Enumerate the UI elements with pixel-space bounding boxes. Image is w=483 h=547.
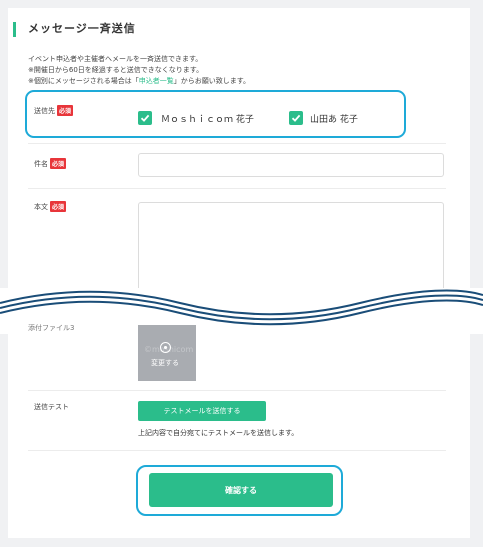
- test-send-label: 送信テスト: [34, 403, 69, 411]
- send-test-email-button[interactable]: テストメールを送信する: [138, 401, 266, 421]
- applicant-list-link[interactable]: 申込者一覧: [139, 77, 174, 85]
- required-badge: 必須: [50, 158, 67, 169]
- description: イベント申込者や主催者へメールを一斉送信できます。 ※開催日から60日を経過する…: [28, 54, 250, 87]
- attachment-label: 添付ファイル3: [28, 324, 75, 332]
- title-accent-bar: [13, 22, 16, 37]
- camera-icon: [160, 342, 171, 353]
- subject-label: 件名 必須: [34, 158, 67, 169]
- attachment-thumbnail[interactable]: ©moshicom 変更する: [138, 325, 196, 381]
- change-image-label[interactable]: 変更する: [151, 358, 179, 368]
- required-badge: 必須: [50, 201, 67, 212]
- test-send-note: 上記内容で自分宛てにテストメールを送信します。: [138, 429, 299, 437]
- recipient-checkbox-2[interactable]: [289, 111, 303, 125]
- divider: [28, 143, 446, 144]
- description-line-2: ※開催日から60日を経過すると送信できなくなります。: [28, 66, 204, 74]
- recipients-label: 送信先 必須: [34, 105, 74, 116]
- description-line-3: ※個別にメッセージされる場合は「申込者一覧」からお願い致します。: [28, 77, 251, 85]
- divider: [28, 450, 446, 451]
- divider: [28, 188, 446, 189]
- required-badge: 必須: [57, 105, 74, 116]
- page-title: メッセージ一斉送信: [28, 22, 136, 35]
- recipient-checkbox-1[interactable]: [138, 111, 152, 125]
- subject-input[interactable]: [138, 153, 444, 177]
- check-icon: [140, 114, 150, 122]
- recipient-label-2: 山田あ 花子: [310, 115, 358, 125]
- check-icon: [291, 114, 301, 122]
- body-label: 本文 必須: [34, 201, 67, 212]
- recipient-label-1: Ｍｏｓｈｉｃｏｍ 花子: [161, 115, 254, 125]
- divider: [28, 390, 446, 391]
- description-line-1: イベント申込者や主催者へメールを一斉送信できます。: [28, 55, 203, 63]
- confirm-button[interactable]: 確認する: [149, 473, 333, 507]
